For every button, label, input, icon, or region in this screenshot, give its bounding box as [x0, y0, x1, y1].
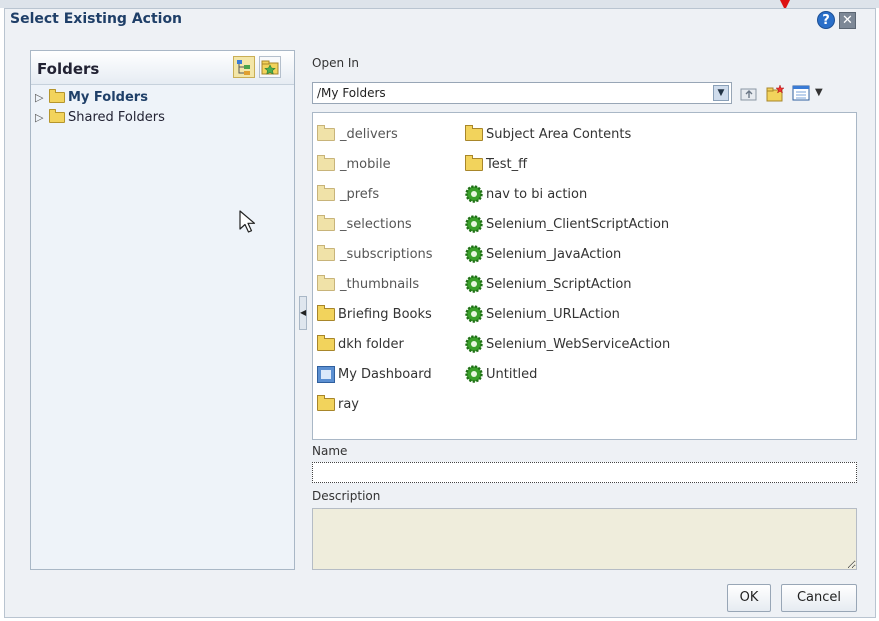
tree-item-label: My Folders — [68, 89, 148, 105]
list-item[interactable]: _thumbnails — [317, 269, 433, 299]
list-item[interactable]: Selenium_WebServiceAction — [465, 329, 670, 359]
name-label: Name — [312, 444, 348, 458]
list-item[interactable]: _subscriptions — [317, 239, 433, 269]
item-name: Untitled — [486, 366, 538, 382]
folder-icon — [317, 304, 335, 321]
tree-item-shared-folders[interactable]: ▷ Shared Folders — [35, 107, 290, 127]
action-gear-icon — [465, 335, 483, 353]
folder-faded-icon — [317, 184, 335, 201]
item-name: Subject Area Contents — [486, 126, 632, 142]
action-gear-icon — [465, 305, 483, 323]
folder-icon — [317, 334, 335, 351]
open-in-path-select[interactable]: /My Folders ▼ — [312, 82, 732, 104]
list-item[interactable]: Selenium_JavaAction — [465, 239, 670, 269]
description-label: Description — [312, 489, 381, 503]
list-item[interactable]: Briefing Books — [317, 299, 433, 329]
item-name: Briefing Books — [338, 306, 432, 322]
item-name: _prefs — [340, 186, 380, 202]
view-mode-dropdown-icon[interactable]: ▼ — [815, 87, 823, 98]
view-mode-icon[interactable] — [792, 84, 810, 102]
dialog-title: Select Existing Action — [10, 11, 183, 27]
cancel-button[interactable]: Cancel — [781, 584, 857, 612]
folders-panel: Folders ▷ My Folders ▷ Shared Folders — [30, 50, 295, 570]
file-browser: _delivers _mobile _prefs _selections _su… — [312, 112, 857, 440]
folders-header: Folders — [31, 51, 294, 85]
item-name: ray — [338, 396, 360, 412]
item-name: _thumbnails — [340, 276, 420, 292]
list-item[interactable]: Selenium_URLAction — [465, 299, 670, 329]
list-item[interactable]: Subject Area Contents — [465, 119, 670, 149]
tree-item-label: Shared Folders — [68, 109, 165, 125]
expand-arrow-icon[interactable]: ▷ — [35, 91, 49, 104]
tree-item-my-folders[interactable]: ▷ My Folders — [35, 87, 290, 107]
folder-faded-icon — [317, 214, 335, 231]
folder-tree: ▷ My Folders ▷ Shared Folders — [35, 87, 290, 127]
mouse-cursor-icon — [239, 210, 256, 233]
item-name: _subscriptions — [340, 246, 433, 262]
close-icon[interactable]: ✕ — [839, 12, 856, 29]
item-name: Test_ff — [486, 156, 528, 172]
expand-arrow-icon[interactable]: ▷ — [35, 111, 49, 124]
folder-icon — [465, 124, 483, 141]
list-item[interactable]: Test_ff — [465, 149, 670, 179]
folder-icon — [317, 394, 335, 411]
collapse-panel-handle[interactable]: ◀ — [299, 296, 307, 330]
folder-icon — [49, 88, 65, 103]
folder-icon — [49, 108, 65, 123]
action-gear-icon — [465, 245, 483, 263]
dashboard-icon — [317, 365, 335, 383]
open-in-path-value: /My Folders — [317, 86, 386, 100]
item-name: dkh folder — [338, 336, 404, 352]
chevron-down-icon[interactable]: ▼ — [713, 85, 729, 101]
list-item[interactable]: Selenium_ScriptAction — [465, 269, 670, 299]
folder-faded-icon — [317, 274, 335, 291]
new-folder-icon[interactable] — [766, 84, 785, 102]
item-name: Selenium_WebServiceAction — [486, 336, 671, 352]
action-gear-icon — [465, 215, 483, 233]
folder-icon — [465, 154, 483, 171]
item-name: Selenium_ScriptAction — [486, 276, 632, 292]
help-icon[interactable]: ? — [817, 11, 835, 29]
list-item[interactable]: Untitled — [465, 359, 670, 389]
name-field[interactable] — [312, 462, 857, 483]
action-gear-icon — [465, 365, 483, 383]
folder-faded-icon — [317, 244, 335, 261]
item-name: nav to bi action — [486, 186, 588, 202]
list-item[interactable]: _delivers — [317, 119, 433, 149]
list-item[interactable]: dkh folder — [317, 329, 433, 359]
folders-title: Folders — [37, 60, 100, 78]
folder-up-icon[interactable] — [740, 84, 758, 102]
item-name: Selenium_JavaAction — [486, 246, 622, 262]
list-item[interactable]: Selenium_ClientScriptAction — [465, 209, 670, 239]
description-field[interactable] — [312, 508, 857, 570]
ok-button[interactable]: OK — [727, 584, 771, 612]
item-name: _mobile — [340, 156, 391, 172]
file-column-1: _delivers _mobile _prefs _selections _su… — [317, 119, 433, 419]
action-gear-icon — [465, 185, 483, 203]
action-gear-icon — [465, 275, 483, 293]
background-window-strip — [0, 0, 879, 8]
list-item[interactable]: _selections — [317, 209, 433, 239]
item-name: Selenium_ClientScriptAction — [486, 216, 670, 232]
tree-view-icon[interactable] — [233, 56, 255, 78]
file-column-2: Subject Area Contents Test_ff nav to bi … — [465, 119, 670, 389]
folder-favorites-icon[interactable] — [259, 56, 281, 78]
list-item[interactable]: ray — [317, 389, 433, 419]
item-name: _selections — [340, 216, 412, 232]
open-in-label: Open In — [312, 56, 360, 70]
item-name: My Dashboard — [338, 366, 432, 382]
folder-faded-icon — [317, 124, 335, 141]
list-item[interactable]: nav to bi action — [465, 179, 670, 209]
item-name: _delivers — [340, 126, 398, 142]
folder-faded-icon — [317, 154, 335, 171]
list-item[interactable]: My Dashboard — [317, 359, 433, 389]
list-item[interactable]: _mobile — [317, 149, 433, 179]
item-name: Selenium_URLAction — [486, 306, 620, 322]
list-item[interactable]: _prefs — [317, 179, 433, 209]
